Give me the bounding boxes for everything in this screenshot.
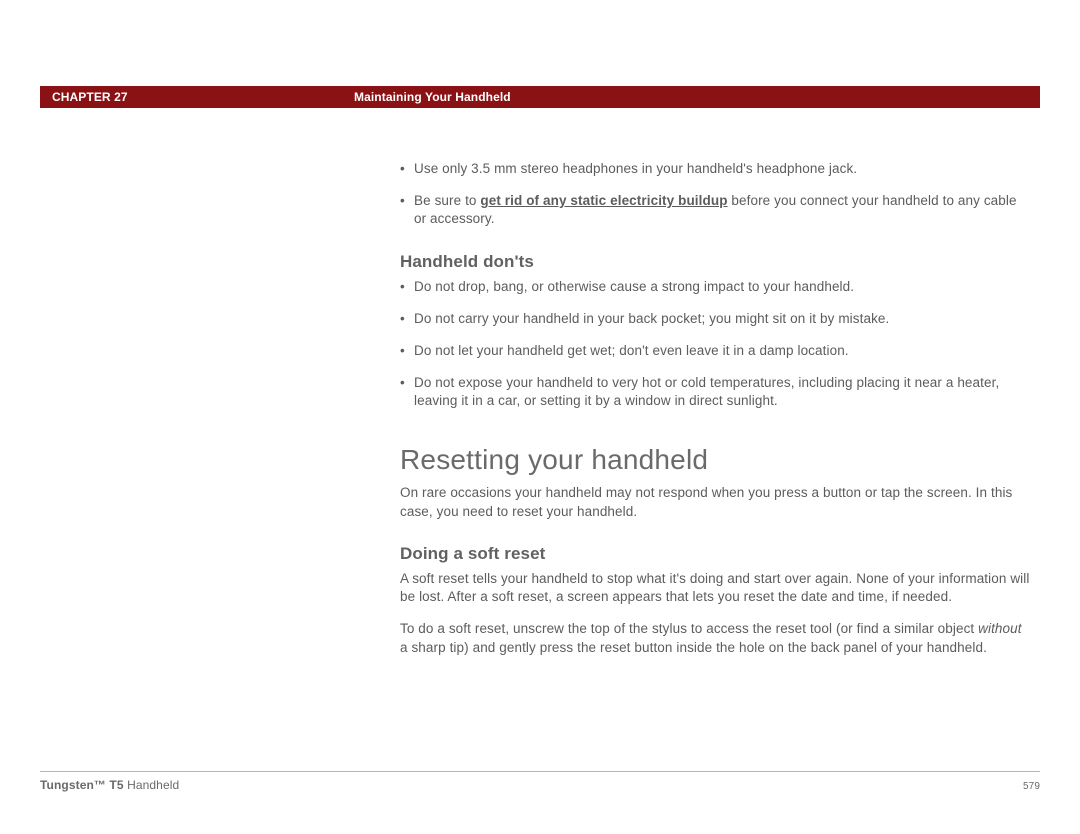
page-number: 579 bbox=[1023, 781, 1040, 792]
resetting-intro: On rare occasions your handheld may not … bbox=[400, 484, 1030, 520]
bullet-text: Do not expose your handheld to very hot … bbox=[414, 375, 999, 408]
soft-reset-p2: To do a soft reset, unscrew the top of t… bbox=[400, 620, 1030, 656]
product-bold: Tungsten™ T5 bbox=[40, 778, 124, 792]
list-item: Be sure to get rid of any static electri… bbox=[400, 192, 1030, 228]
page-footer: Tungsten™ T5 Handheld 579 bbox=[40, 771, 1040, 792]
bullet-text: Do not let your handheld get wet; don't … bbox=[414, 343, 849, 358]
soft-reset-p1: A soft reset tells your handheld to stop… bbox=[400, 570, 1030, 606]
resetting-heading: Resetting your handheld bbox=[400, 441, 1030, 479]
emphasis-without: without bbox=[978, 621, 1021, 636]
soft-reset-heading: Doing a soft reset bbox=[400, 543, 1030, 566]
bullet-text-pre: Be sure to bbox=[414, 193, 480, 208]
product-name: Tungsten™ T5 Handheld bbox=[40, 778, 179, 792]
list-item: Do not carry your handheld in your back … bbox=[400, 310, 1030, 328]
bullet-text: Do not drop, bang, or otherwise cause a … bbox=[414, 279, 854, 294]
text: a sharp tip) and gently press the reset … bbox=[400, 640, 987, 655]
product-rest: Handheld bbox=[124, 778, 180, 792]
donts-list: Do not drop, bang, or otherwise cause a … bbox=[400, 278, 1030, 411]
chapter-label: CHAPTER 27 bbox=[40, 90, 340, 104]
list-item: Do not expose your handheld to very hot … bbox=[400, 374, 1030, 410]
page-body: Use only 3.5 mm stereo headphones in you… bbox=[400, 160, 1030, 671]
list-item: Do not let your handheld get wet; don't … bbox=[400, 342, 1030, 360]
chapter-header: CHAPTER 27 Maintaining Your Handheld bbox=[40, 86, 1040, 108]
text: To do a soft reset, unscrew the top of t… bbox=[400, 621, 978, 636]
list-item: Use only 3.5 mm stereo headphones in you… bbox=[400, 160, 1030, 178]
bullet-text: Do not carry your handheld in your back … bbox=[414, 311, 889, 326]
bullet-text: Use only 3.5 mm stereo headphones in you… bbox=[414, 161, 857, 176]
list-item: Do not drop, bang, or otherwise cause a … bbox=[400, 278, 1030, 296]
static-electricity-link[interactable]: get rid of any static electricity buildu… bbox=[480, 193, 727, 208]
handheld-donts-heading: Handheld don'ts bbox=[400, 251, 1030, 274]
chapter-title: Maintaining Your Handheld bbox=[340, 90, 511, 104]
intro-bullet-list: Use only 3.5 mm stereo headphones in you… bbox=[400, 160, 1030, 229]
